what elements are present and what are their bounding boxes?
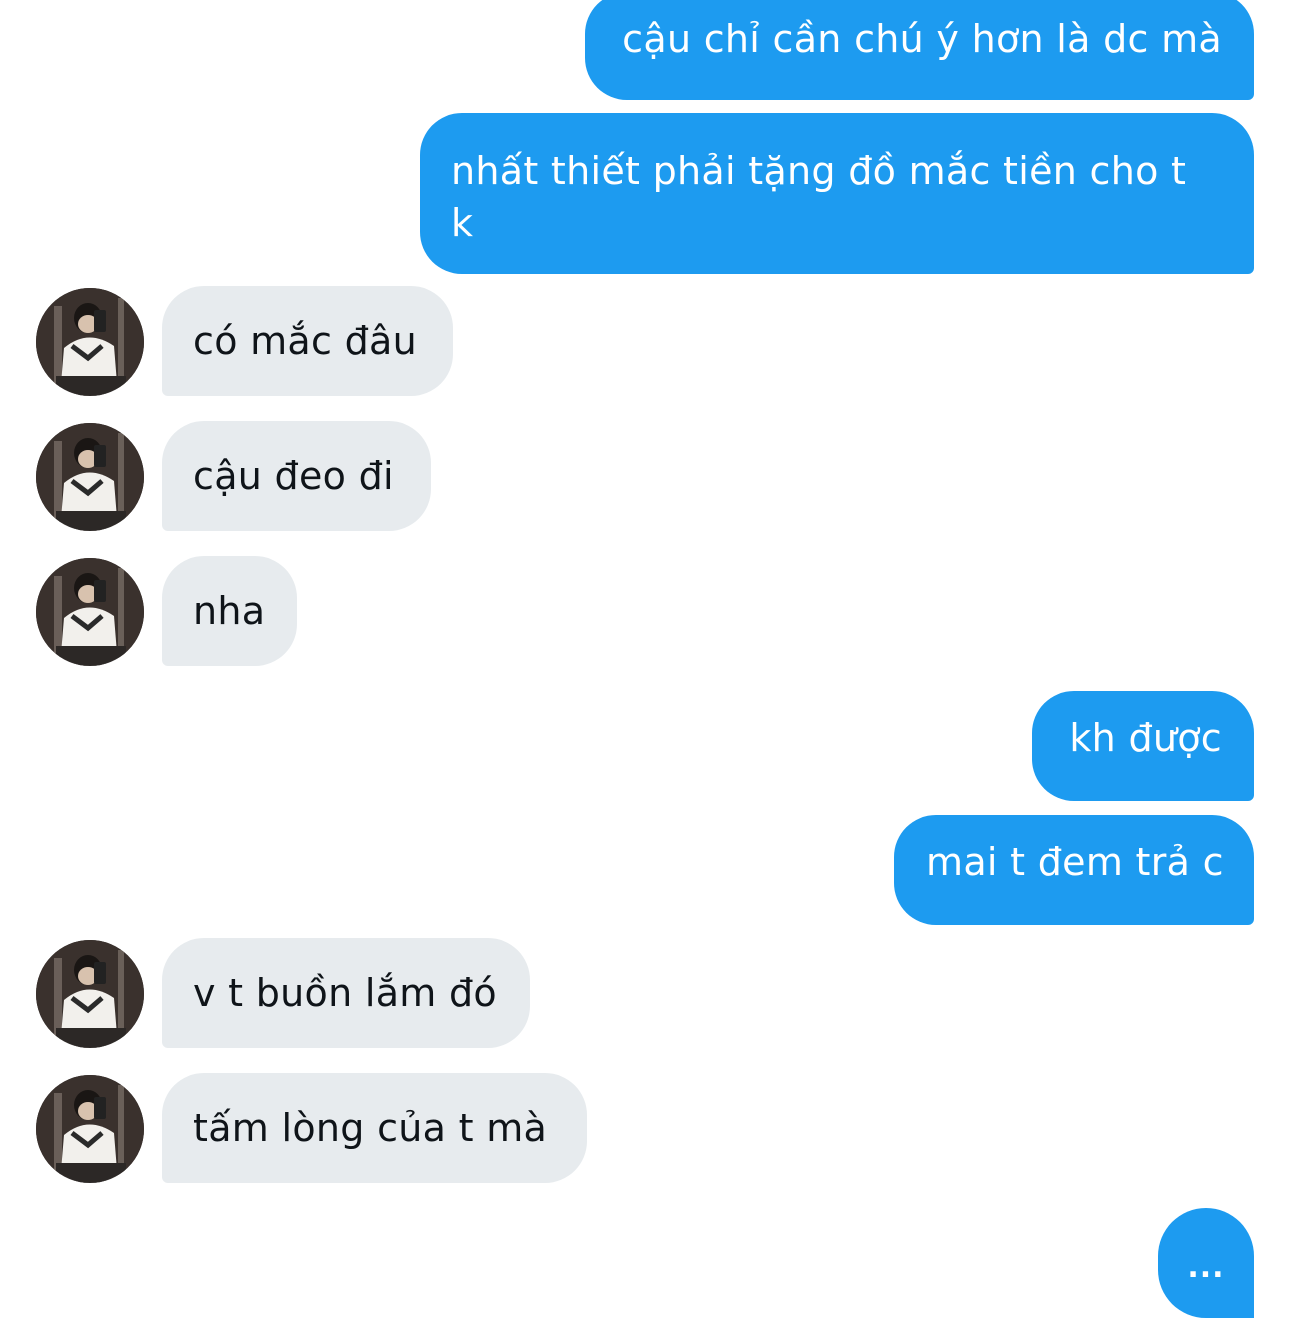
incoming-message[interactable]: có mắc đâu (162, 286, 453, 396)
message-text: v t buồn lắm đó (193, 971, 497, 1015)
typing-dots: ... (1187, 1250, 1225, 1285)
message-text: nhất thiết phải tặng đồ mắc tiền cho t k (451, 149, 1187, 245)
user-avatar[interactable] (36, 558, 144, 666)
incoming-message[interactable]: cậu đeo đi (162, 421, 431, 531)
incoming-message[interactable]: v t buồn lắm đó (162, 938, 530, 1048)
message-text: kh được (1069, 716, 1222, 760)
user-avatar[interactable] (36, 1075, 144, 1183)
user-avatar[interactable] (36, 423, 144, 531)
avatar-photo-icon (36, 940, 144, 1048)
message-text: có mắc đâu (193, 319, 417, 363)
message-text: mai t đem trả c (926, 840, 1224, 884)
avatar-photo-icon (36, 288, 144, 396)
avatar-photo-icon (36, 423, 144, 531)
message-text: nha (193, 589, 266, 633)
incoming-message[interactable]: tấm lòng của t mà (162, 1073, 587, 1183)
outgoing-message[interactable]: nhất thiết phải tặng đồ mắc tiền cho t k (420, 113, 1254, 274)
user-avatar[interactable] (36, 288, 144, 396)
message-text: tấm lòng của t mà (193, 1106, 548, 1150)
user-avatar[interactable] (36, 940, 144, 1048)
avatar-photo-icon (36, 1075, 144, 1183)
message-text: cậu đeo đi (193, 454, 394, 498)
message-thread: cậu chỉ cần chú ý hơn là dc mà nhất thiế… (0, 0, 1290, 1318)
outgoing-message[interactable]: cậu chỉ cần chú ý hơn là dc mà (585, 0, 1254, 100)
outgoing-message[interactable]: kh được (1032, 691, 1254, 801)
incoming-message[interactable]: nha (162, 556, 297, 666)
avatar-photo-icon (36, 558, 144, 666)
message-text: cậu chỉ cần chú ý hơn là dc mà (622, 17, 1222, 61)
outgoing-message[interactable]: mai t đem trả c (894, 815, 1254, 925)
